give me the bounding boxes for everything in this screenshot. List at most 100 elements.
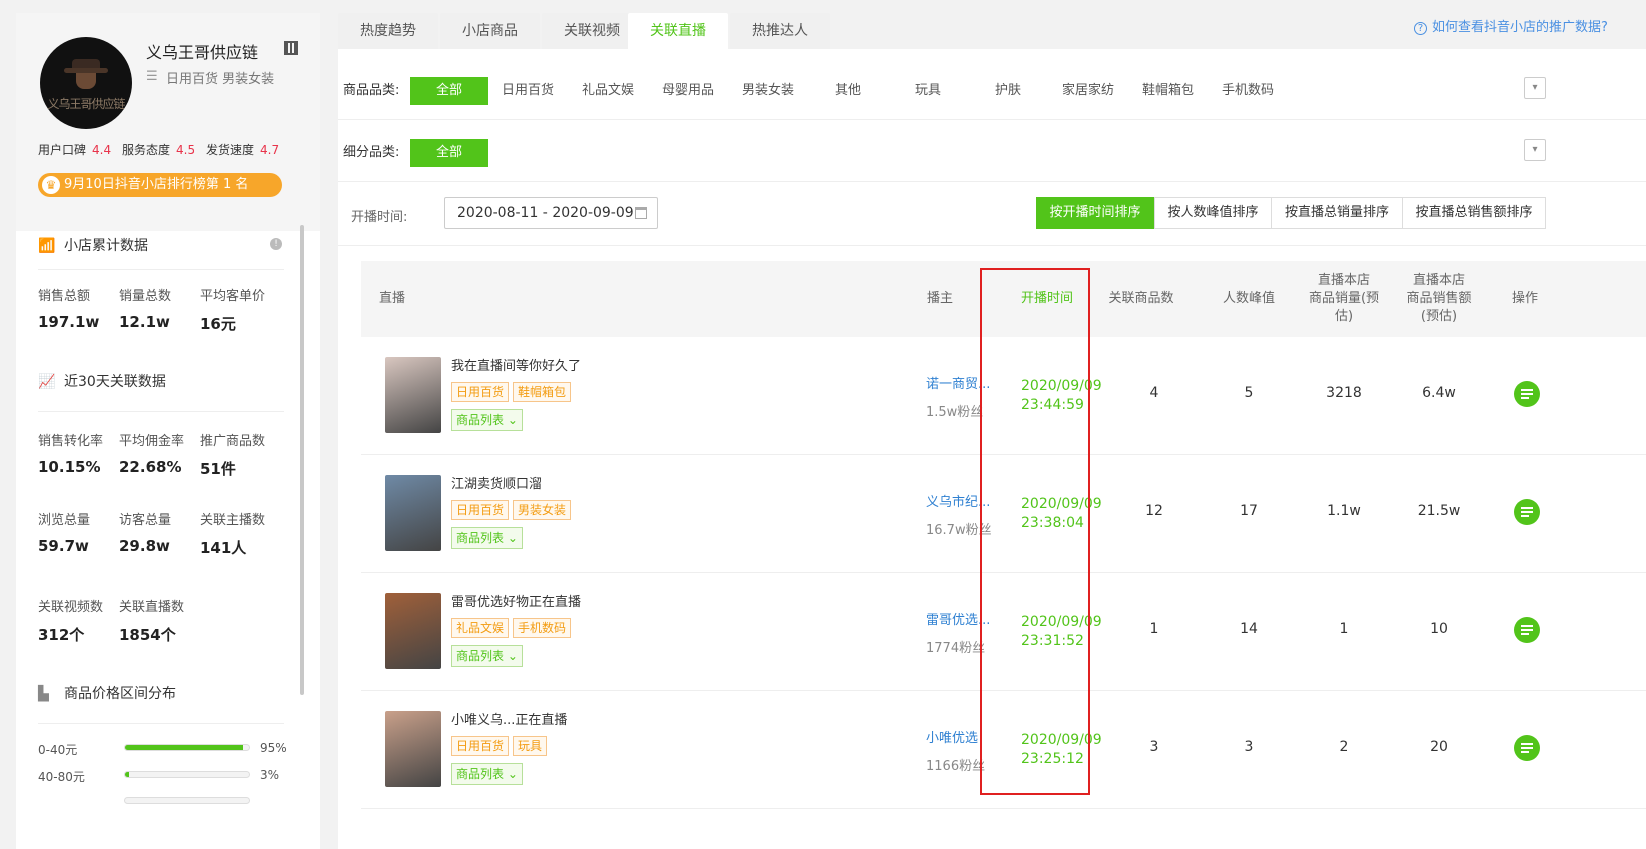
tab-related-live[interactable]: 关联直播 [628,13,728,49]
live-title[interactable]: 江湖卖货顺口溜 [451,473,542,492]
category-tag: 日用百货 [451,736,510,756]
detail-list-icon[interactable] [1514,617,1540,643]
sort-by-sales-button[interactable]: 按直播总销量排序 [1271,197,1403,229]
stat-label: 关联视频数 [38,600,104,615]
crown-icon: ♛ [42,176,60,194]
live-title[interactable]: 小唯义乌...正在直播 [451,709,567,728]
category-tag: 日用百货 [451,382,510,402]
sales-count: 2 [1339,739,1349,755]
peak-count: 5 [1244,385,1254,401]
live-thumbnail[interactable] [385,593,441,669]
help-link[interactable]: ? 如何查看抖音小店的推广数据? [1414,16,1608,35]
detail-list-icon[interactable] [1514,381,1540,407]
sidebar-scrollbar[interactable] [300,225,304,695]
stat-value: 312个 [38,626,85,644]
category-chip[interactable]: 手机数码 [1213,77,1283,105]
expand-subcategories-chevron-icon[interactable]: ▾ [1524,139,1546,161]
stat-label: 平均佣金率 [119,434,185,449]
divider [38,411,284,412]
category-chip-all[interactable]: 全部 [410,77,488,105]
stat-label: 销售转化率 [38,434,104,449]
live-title[interactable]: 我在直播间等你好久了 [451,355,581,374]
anchor-fans: 1774粉丝 [926,641,986,656]
shop-name: 义乌王哥供应链 [146,43,259,62]
stat-label: 关联直播数 [119,600,185,615]
chevron-down-icon: ⌄ [507,649,518,663]
stat-label: 浏览总量 [38,513,91,528]
th-live: 直播 [379,291,406,306]
stat-value: 59.7w [38,537,89,555]
category-chip[interactable]: 母婴用品 [653,77,723,105]
cumulative-section-title: 📶 小店累计数据 [38,238,148,254]
product-list-dropdown[interactable]: 商品列表 ⌄ [451,645,523,667]
th-peak[interactable]: 人数峰值 [1209,290,1289,308]
category-chip[interactable]: 男装女装 [733,77,803,105]
tab-shop-products[interactable]: 小店商品 [440,13,540,49]
divider [338,181,1646,182]
th-amount[interactable]: 直播本店 商品销售额 (预估) [1399,272,1479,326]
peak-count: 17 [1240,503,1258,519]
detail-list-icon[interactable] [1514,499,1540,525]
products-count: 1 [1149,621,1159,637]
price-dist-section-title: ▙ 商品价格区间分布 [38,686,176,702]
stat-value: 16元 [200,315,236,333]
shop-header: 义乌王哥供应链 义乌王哥供应链 ☰ 日用百货 男装女装 用户口碑 4.4 服务态度… [16,13,320,231]
shop-categories: 日用百货 男装女装 [166,72,275,87]
category-filter-label: 商品品类: [343,83,400,98]
live-thumbnail[interactable] [385,475,441,551]
category-tag: 礼品文娱 [451,618,510,638]
th-products[interactable]: 关联商品数 [1101,290,1181,308]
category-chip[interactable]: 鞋帽箱包 [1133,77,1203,105]
sort-by-amount-button[interactable]: 按直播总销售额排序 [1402,197,1546,229]
date-range-input[interactable]: 2020-08-11 - 2020-09-09 [444,197,658,229]
tab-heat-trend[interactable]: 热度趋势 [338,13,438,49]
sort-by-peak-button[interactable]: 按人数峰值排序 [1154,197,1272,229]
stat-label: 平均客单价 [200,289,266,304]
category-tag: 男装女装 [513,500,572,520]
date-filter-label: 开播时间: [351,210,408,225]
shop-avatar[interactable]: 义乌王哥供应链 [40,37,132,129]
category-tag: 玩具 [513,736,548,756]
price-range-bar [124,797,250,804]
divider [38,723,284,724]
score-shipping: 发货速度 4.7 [206,143,280,157]
rank-badge-text: 9月10日抖音小店排行榜第 1 名 [64,177,249,192]
live-thumbnail[interactable] [385,711,441,787]
category-chip[interactable]: 日用百货 [493,77,563,105]
avatar-logo-text: 义乌王哥供应链 [47,97,125,111]
category-chip[interactable]: 护肤 [973,77,1043,105]
sort-by-start-time-button[interactable]: 按开播时间排序 [1036,197,1154,229]
divider [338,119,1646,120]
category-tag: 手机数码 [513,618,572,638]
expand-categories-chevron-icon[interactable]: ▾ [1524,77,1546,99]
products-count: 4 [1149,385,1159,401]
tab-related-videos[interactable]: 关联视频 [542,13,642,49]
subcategory-chip-all[interactable]: 全部 [410,139,488,167]
live-thumbnail[interactable] [385,357,441,433]
category-chip[interactable]: 玩具 [893,77,963,105]
products-count: 12 [1145,503,1163,519]
question-icon: ? [1414,22,1427,35]
category-chip[interactable]: 家居家纺 [1053,77,1123,105]
category-chip[interactable]: 礼品文娱 [573,77,643,105]
th-sales[interactable]: 直播本店 商品销量(预 估) [1304,272,1384,326]
product-list-dropdown[interactable]: 商品列表 ⌄ [451,763,523,785]
category-chip[interactable]: 其他 [813,77,883,105]
score-service: 服务态度 4.5 [122,143,196,157]
divider [338,245,1646,246]
score-user-rating: 用户口碑 4.4 [38,143,112,157]
qr-code-icon[interactable] [284,41,298,55]
stat-value: 10.15% [38,458,101,476]
info-icon[interactable]: ! [270,238,282,250]
detail-list-icon[interactable] [1514,735,1540,761]
tab-hot-influencers[interactable]: 热推达人 [730,13,830,49]
stat-value: 1854个 [119,626,176,644]
product-list-dropdown[interactable]: 商品列表 ⌄ [451,409,523,431]
shop-sidebar: 义乌王哥供应链 义乌王哥供应链 ☰ 日用百货 男装女装 用户口碑 4.4 服务态度… [16,13,320,849]
stat-label: 关联主播数 [200,513,266,528]
stat-value: 29.8w [119,537,170,555]
live-title[interactable]: 雷哥优选好物正在直播 [451,591,581,610]
sales-count: 1.1w [1327,503,1361,519]
product-list-dropdown[interactable]: 商品列表 ⌄ [451,527,523,549]
anchor-fans: 1166粉丝 [926,759,986,774]
